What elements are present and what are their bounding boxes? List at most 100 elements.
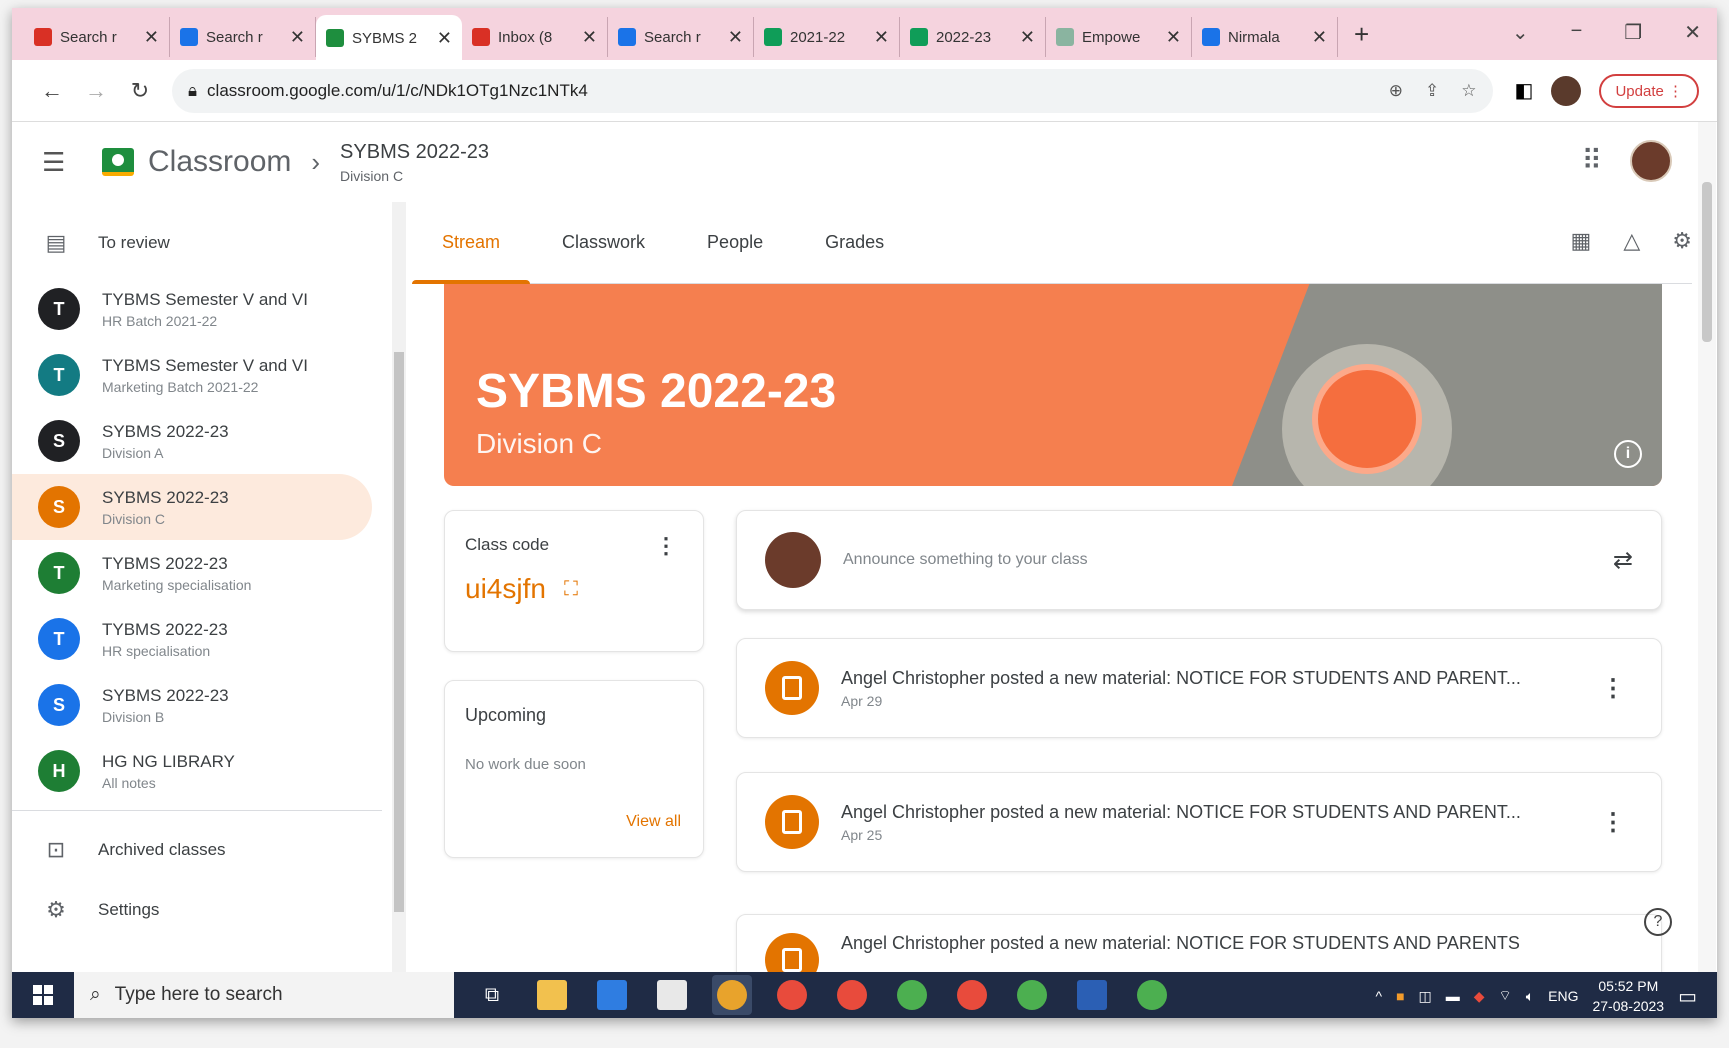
close-icon[interactable]: ✕ bbox=[1166, 27, 1181, 48]
chrome-icon[interactable] bbox=[1012, 975, 1052, 1015]
language-indicator[interactable]: ENG bbox=[1548, 988, 1578, 1004]
class-sub: Marketing specialisation bbox=[102, 576, 252, 593]
sidepanel-icon[interactable]: ◧ bbox=[1515, 78, 1534, 103]
class-name: SYBMS 2022-23 bbox=[102, 421, 229, 441]
file-explorer-icon[interactable] bbox=[532, 975, 572, 1015]
tray-app-icon[interactable]: ■ bbox=[1396, 988, 1404, 1004]
tray-app-icon[interactable]: ◫ bbox=[1419, 988, 1432, 1005]
chrome-icon[interactable] bbox=[772, 975, 812, 1015]
fullscreen-icon[interactable]: ⛶ bbox=[564, 578, 578, 601]
tab-stream[interactable]: Stream bbox=[411, 202, 531, 284]
close-icon[interactable]: ✕ bbox=[582, 27, 597, 48]
app-name[interactable]: Classroom bbox=[148, 145, 291, 179]
sidebar-item-settings[interactable]: ⚙ Settings bbox=[12, 883, 390, 937]
chrome-icon[interactable] bbox=[712, 975, 752, 1015]
sidebar-item-to-review[interactable]: ▤ To review bbox=[12, 210, 390, 276]
tab-classwork[interactable]: Classwork bbox=[562, 202, 645, 284]
sidebar-item-class[interactable]: T TYBMS 2022-23 Marketing specialisation bbox=[12, 540, 390, 606]
stream-post[interactable]: Angel Christopher posted a new material:… bbox=[736, 638, 1662, 738]
browser-tab[interactable]: Nirmala ✕ bbox=[1192, 17, 1338, 57]
sidebar-item-class[interactable]: H HG NG LIBRARY All notes bbox=[12, 738, 390, 804]
view-all-link[interactable]: View all bbox=[626, 813, 681, 831]
tab-label: Search r bbox=[60, 28, 117, 46]
battery-icon[interactable]: ▬ bbox=[1446, 988, 1460, 1004]
sidebar-item-class[interactable]: T TYBMS Semester V and VI Marketing Batch… bbox=[12, 342, 390, 408]
browser-tab[interactable]: Inbox (8 ✕ bbox=[462, 17, 608, 57]
install-icon[interactable]: ⊕ bbox=[1389, 81, 1403, 101]
notification-icon[interactable]: ▭ bbox=[1678, 984, 1697, 1009]
sidebar-item-class[interactable]: T TYBMS Semester V and VI HR Batch 2021-2… bbox=[12, 276, 390, 342]
chrome-icon[interactable] bbox=[892, 975, 932, 1015]
star-icon[interactable]: ☆ bbox=[1461, 81, 1476, 101]
close-icon[interactable]: ✕ bbox=[1020, 27, 1035, 48]
sidebar-item-class[interactable]: T TYBMS 2022-23 HR specialisation bbox=[12, 606, 390, 672]
volume-icon[interactable]: 🔈︎ bbox=[1526, 988, 1534, 1005]
browser-tab[interactable]: Search r ✕ bbox=[24, 17, 170, 57]
word-icon[interactable] bbox=[1072, 975, 1112, 1015]
task-view-icon[interactable]: ⧉ bbox=[472, 975, 512, 1015]
close-icon[interactable]: ✕ bbox=[437, 28, 452, 49]
page-scrollbar[interactable] bbox=[1698, 122, 1716, 972]
close-window-icon[interactable]: ✕ bbox=[1684, 20, 1701, 45]
repost-icon[interactable]: ⇄ bbox=[1613, 546, 1633, 575]
sidebar-item-class[interactable]: S SYBMS 2022-23 Division A bbox=[12, 408, 390, 474]
profile-avatar[interactable] bbox=[1551, 75, 1582, 106]
close-icon[interactable]: ✕ bbox=[874, 27, 889, 48]
browser-tab[interactable]: Search r ✕ bbox=[608, 17, 754, 57]
more-vert-icon[interactable]: ⋮ bbox=[655, 533, 677, 559]
help-icon[interactable]: ? bbox=[1644, 908, 1672, 936]
tab-people[interactable]: People bbox=[707, 202, 763, 284]
sidebar-item-archived[interactable]: ⊡ Archived classes bbox=[12, 817, 390, 883]
sidebar-item-class-selected[interactable]: S SYBMS 2022-23 Division C bbox=[12, 474, 372, 540]
more-vert-icon[interactable]: ⋮ bbox=[1601, 808, 1633, 837]
chevron-up-icon[interactable]: ^ bbox=[1375, 988, 1382, 1004]
close-icon[interactable]: ✕ bbox=[290, 27, 305, 48]
chrome-icon[interactable] bbox=[832, 975, 872, 1015]
announce-box[interactable]: Announce something to your class ⇄ bbox=[736, 510, 1662, 610]
chevron-down-icon[interactable]: ⌄ bbox=[1512, 20, 1529, 45]
tab-label: Nirmala bbox=[1228, 28, 1280, 46]
new-tab-icon[interactable]: + bbox=[1338, 19, 1385, 50]
share-icon[interactable]: ⇪ bbox=[1425, 81, 1439, 101]
close-icon[interactable]: ✕ bbox=[728, 27, 743, 48]
close-icon[interactable]: ✕ bbox=[144, 27, 159, 48]
tab-grades[interactable]: Grades bbox=[825, 202, 884, 284]
shield-icon[interactable]: ◆ bbox=[1474, 988, 1485, 1005]
mail-icon[interactable] bbox=[592, 975, 632, 1015]
user-avatar[interactable] bbox=[1630, 140, 1672, 182]
browser-tab[interactable]: 2021-22 ✕ bbox=[754, 17, 900, 57]
calendar-icon[interactable]: ▦ bbox=[1571, 228, 1592, 254]
menu-icon[interactable]: ☰ bbox=[42, 147, 102, 178]
close-icon[interactable]: ✕ bbox=[1312, 27, 1327, 48]
drive-folder-icon[interactable]: △ bbox=[1623, 228, 1640, 254]
gmail-icon bbox=[472, 28, 490, 46]
browser-tab[interactable]: 2022-23 ✕ bbox=[900, 17, 1046, 57]
chrome-icon[interactable] bbox=[952, 975, 992, 1015]
sidebar-scrollbar[interactable] bbox=[392, 202, 406, 972]
store-icon[interactable] bbox=[652, 975, 692, 1015]
stream-post[interactable]: Angel Christopher posted a new material:… bbox=[736, 772, 1662, 872]
windows-start-icon[interactable] bbox=[12, 972, 74, 1018]
address-bar: ← → ↻ 🔒︎ classroom.google.com/u/1/c/NDk1… bbox=[12, 60, 1717, 122]
classroom-logo-icon[interactable] bbox=[102, 148, 134, 176]
clock[interactable]: 05:52 PM 27-08-2023 bbox=[1592, 976, 1664, 1016]
back-icon[interactable]: ← bbox=[30, 78, 74, 104]
restore-icon[interactable]: ❐ bbox=[1624, 20, 1642, 45]
browser-tab[interactable]: Empowe ✕ bbox=[1046, 17, 1192, 57]
update-button[interactable]: Update ⋮ bbox=[1599, 73, 1699, 108]
taskbar-search[interactable]: ⌕ Type here to search bbox=[74, 972, 454, 1018]
reload-icon[interactable]: ↻ bbox=[118, 78, 162, 104]
sidebar-item-class[interactable]: S SYBMS 2022-23 Division B bbox=[12, 672, 390, 738]
browser-tab-active[interactable]: SYBMS 2 ✕ bbox=[316, 15, 462, 61]
info-icon[interactable]: i bbox=[1614, 440, 1642, 468]
minimize-icon[interactable]: − bbox=[1571, 20, 1583, 45]
chrome-icon[interactable] bbox=[1132, 975, 1172, 1015]
network-icon[interactable]: ⌔ bbox=[1499, 987, 1512, 1005]
forward-icon[interactable]: → bbox=[74, 78, 118, 104]
apps-grid-icon[interactable]: ⠿ bbox=[1581, 144, 1602, 177]
more-vert-icon[interactable]: ⋮ bbox=[1601, 674, 1633, 703]
gear-icon[interactable]: ⚙ bbox=[1672, 228, 1692, 254]
url-field[interactable]: 🔒︎ classroom.google.com/u/1/c/NDk1OTg1Nz… bbox=[172, 68, 1493, 113]
browser-tab[interactable]: Search r ✕ bbox=[170, 17, 316, 57]
banner-orange bbox=[1312, 364, 1422, 474]
